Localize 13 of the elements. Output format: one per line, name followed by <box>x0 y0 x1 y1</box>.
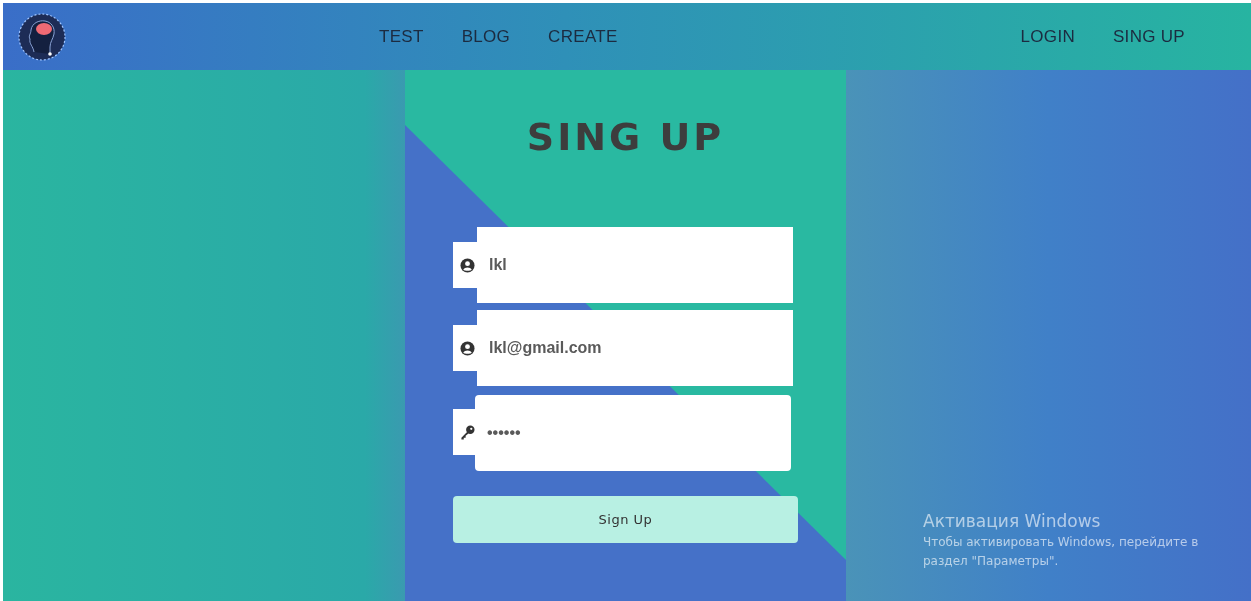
activation-notice-title: Активация Windows <box>923 511 1102 531</box>
brain-head-logo-icon[interactable] <box>17 11 67 62</box>
nav-link[interactable]: TEST <box>379 26 424 47</box>
input-field[interactable]: lkl <box>477 227 793 303</box>
activation-notice-text: Чтобы активировать Windows, перейдите в раздел "Параметры". <box>923 534 1200 570</box>
form-title: SING UP <box>526 118 725 156</box>
input-field[interactable]: lkl@gmail.com <box>477 310 793 386</box>
password-field[interactable]: •••••• <box>475 395 791 471</box>
nav-link[interactable]: CREATE <box>548 26 618 47</box>
nav-link[interactable]: SING UP <box>1113 26 1185 47</box>
nav-link[interactable]: BLOG <box>461 26 511 47</box>
nav-link[interactable]: LOGIN <box>1020 26 1075 47</box>
sign-up-button[interactable]: Sign Up <box>453 496 798 543</box>
